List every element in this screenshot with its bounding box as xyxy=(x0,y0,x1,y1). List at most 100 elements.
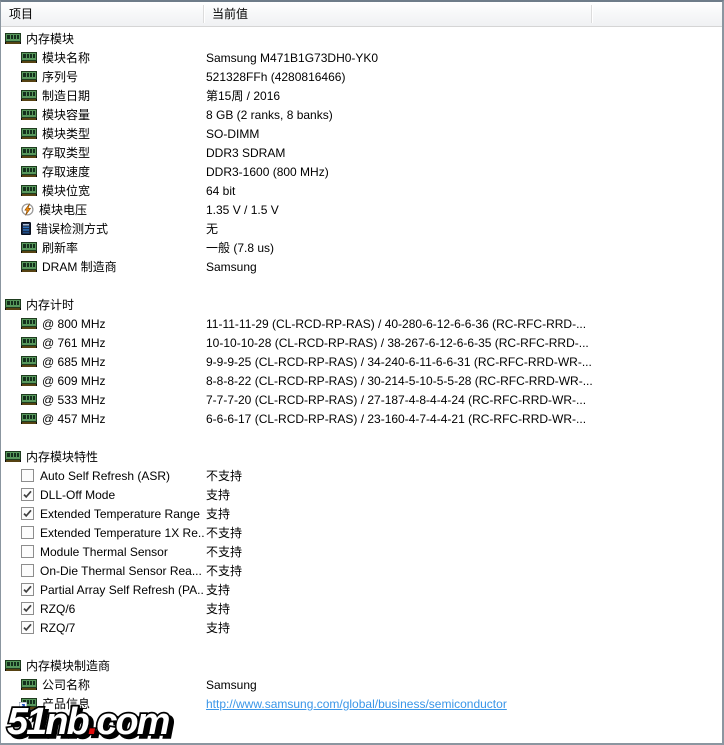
ram-icon xyxy=(21,147,37,158)
section-row[interactable]: 内存模块制造商 xyxy=(1,656,722,675)
info-row[interactable]: @ 609 MHz 8-8-8-22 (CL-RCD-RP-RAS) / 30-2… xyxy=(1,371,722,390)
row-label: @ 457 MHz xyxy=(42,412,106,426)
row-label: Partial Array Self Refresh (PA... xyxy=(40,583,204,597)
row-value: 不支持 xyxy=(206,564,242,578)
ram-icon xyxy=(21,337,37,348)
info-row[interactable]: @ 685 MHz 9-9-9-25 (CL-RCD-RP-RAS) / 34-2… xyxy=(1,352,722,371)
column-header-value[interactable]: 当前值 xyxy=(204,2,592,26)
ram-icon xyxy=(21,166,37,177)
feature-row[interactable]: RZQ/6支持 xyxy=(1,599,722,618)
checkbox-checked[interactable] xyxy=(21,583,34,596)
row-value: 8-8-8-22 (CL-RCD-RP-RAS) / 30-214-5-10-5… xyxy=(206,374,592,388)
feature-row[interactable]: Partial Array Self Refresh (PA...支持 xyxy=(1,580,722,599)
section-title: 内存模块 xyxy=(26,30,74,47)
info-row[interactable]: 序列号521328FFh (4280816466) xyxy=(1,67,722,86)
section-gap xyxy=(1,637,722,656)
row-label: @ 609 MHz xyxy=(42,374,106,388)
row-label: 模块容量 xyxy=(42,106,90,123)
ram-icon xyxy=(21,413,37,424)
checkbox-checked[interactable] xyxy=(21,602,34,615)
info-row[interactable]: 制造日期第15周 / 2016 xyxy=(1,86,722,105)
feature-row[interactable]: Extended Temperature Range支持 xyxy=(1,504,722,523)
info-row[interactable]: 存取速度DDR3-1600 (800 MHz) xyxy=(1,162,722,181)
section-row[interactable]: 内存模块 xyxy=(1,29,722,48)
row-value: 521328FFh (4280816466) xyxy=(206,70,345,84)
info-row[interactable]: 模块位宽64 bit xyxy=(1,181,722,200)
checkmark-icon xyxy=(22,622,33,633)
section-title: 内存模块制造商 xyxy=(26,657,110,674)
feature-row[interactable]: Auto Self Refresh (ASR) 不支持 xyxy=(1,466,722,485)
section-row[interactable]: 内存计时 xyxy=(1,295,722,314)
info-row[interactable]: 产品信息 http://www.samsung.com/global/busine… xyxy=(1,694,722,713)
row-value: 不支持 xyxy=(206,545,242,559)
row-label: 模块位宽 xyxy=(42,182,90,199)
chip-icon xyxy=(21,222,31,235)
checkmark-icon xyxy=(22,584,33,595)
checkbox-unchecked[interactable] xyxy=(21,526,34,539)
row-label: 错误检测方式 xyxy=(36,220,108,237)
section-title: 内存计时 xyxy=(26,296,74,313)
row-label: 刷新率 xyxy=(42,239,78,256)
feature-row[interactable]: Extended Temperature 1X Re...不支持 xyxy=(1,523,722,542)
info-row[interactable]: 模块类型SO-DIMM xyxy=(1,124,722,143)
feature-row[interactable]: RZQ/7 支持 xyxy=(1,618,722,637)
row-value: 8 GB (2 ranks, 8 banks) xyxy=(206,108,333,122)
row-label: @ 761 MHz xyxy=(42,336,106,350)
row-value: 支持 xyxy=(206,507,230,521)
column-header-row: 项目 当前值 xyxy=(1,2,722,27)
row-label: @ 800 MHz xyxy=(42,317,106,331)
checkbox-checked[interactable] xyxy=(21,507,34,520)
column-header-item[interactable]: 项目 xyxy=(1,2,204,26)
row-value: 不支持 xyxy=(206,469,242,483)
ram-icon xyxy=(5,660,21,671)
row-value: 不支持 xyxy=(206,526,242,540)
info-row[interactable]: 刷新率一般 (7.8 us) xyxy=(1,238,722,257)
row-value: 支持 xyxy=(206,602,230,616)
info-row[interactable]: 模块容量 8 GB (2 ranks, 8 banks) xyxy=(1,105,722,124)
ram-icon xyxy=(5,33,21,44)
info-row[interactable]: @ 533 MHz7-7-7-20 (CL-RCD-RP-RAS) / 27-1… xyxy=(1,390,722,409)
ram-icon xyxy=(21,90,37,101)
checkbox-checked[interactable] xyxy=(21,621,34,634)
row-value: DDR3-1600 (800 MHz) xyxy=(206,165,329,179)
info-row[interactable]: DRAM 制造商Samsung xyxy=(1,257,722,276)
info-row[interactable]: @ 457 MHz6-6-6-17 (CL-RCD-RP-RAS) / 23-1… xyxy=(1,409,722,428)
info-row[interactable]: 存取类型 DDR3 SDRAM xyxy=(1,143,722,162)
row-value: 支持 xyxy=(206,621,230,635)
feature-row[interactable]: DLL-Off Mode支持 xyxy=(1,485,722,504)
checkbox-unchecked[interactable] xyxy=(21,545,34,558)
ram-icon xyxy=(21,679,37,690)
ram-icon xyxy=(21,318,37,329)
section-row[interactable]: 内存模块特性 xyxy=(1,447,722,466)
checkmark-icon xyxy=(22,508,33,519)
row-label: 模块名称 xyxy=(42,49,90,66)
ram-icon xyxy=(21,52,37,63)
shortcut-arrow-icon xyxy=(19,702,27,710)
info-row[interactable]: 错误检测方式无 xyxy=(1,219,722,238)
row-value: 11-11-11-29 (CL-RCD-RP-RAS) / 40-280-6-1… xyxy=(206,317,586,331)
row-label: @ 685 MHz xyxy=(42,355,106,369)
row-value: Samsung M471B1G73DH0-YK0 xyxy=(206,51,378,65)
row-value: DDR3 SDRAM xyxy=(206,146,285,160)
memory-info-panel: 项目 当前值 内存模块模块名称 Samsung M471B1G73DH0-YK0 序… xyxy=(0,0,724,745)
info-row[interactable]: 模块电压1.35 V / 1.5 V xyxy=(1,200,722,219)
ram-icon xyxy=(21,71,37,82)
row-value: 9-9-9-25 (CL-RCD-RP-RAS) / 34-240-6-11-6… xyxy=(206,355,592,369)
info-row[interactable]: 模块名称 Samsung M471B1G73DH0-YK0 xyxy=(1,48,722,67)
feature-row[interactable]: On-Die Thermal Sensor Rea... 不支持 xyxy=(1,561,722,580)
row-label: 存取类型 xyxy=(42,144,90,161)
row-label: RZQ/7 xyxy=(40,621,75,635)
row-label: On-Die Thermal Sensor Rea... xyxy=(40,564,202,578)
checkbox-checked[interactable] xyxy=(21,488,34,501)
row-label: 产品信息 xyxy=(42,695,90,712)
info-row[interactable]: @ 761 MHz10-10-10-28 (CL-RCD-RP-RAS) / 3… xyxy=(1,333,722,352)
row-label: Auto Self Refresh (ASR) xyxy=(40,469,170,483)
checkbox-unchecked[interactable] xyxy=(21,564,34,577)
feature-row[interactable]: Module Thermal Sensor不支持 xyxy=(1,542,722,561)
checkbox-unchecked[interactable] xyxy=(21,469,34,482)
column-header-spacer[interactable] xyxy=(592,2,722,26)
row-label: DRAM 制造商 xyxy=(42,258,117,275)
info-row[interactable]: 公司名称Samsung xyxy=(1,675,722,694)
product-info-link[interactable]: http://www.samsung.com/global/business/s… xyxy=(206,697,507,711)
info-row[interactable]: @ 800 MHz 11-11-11-29 (CL-RCD-RP-RAS) / 4… xyxy=(1,314,722,333)
